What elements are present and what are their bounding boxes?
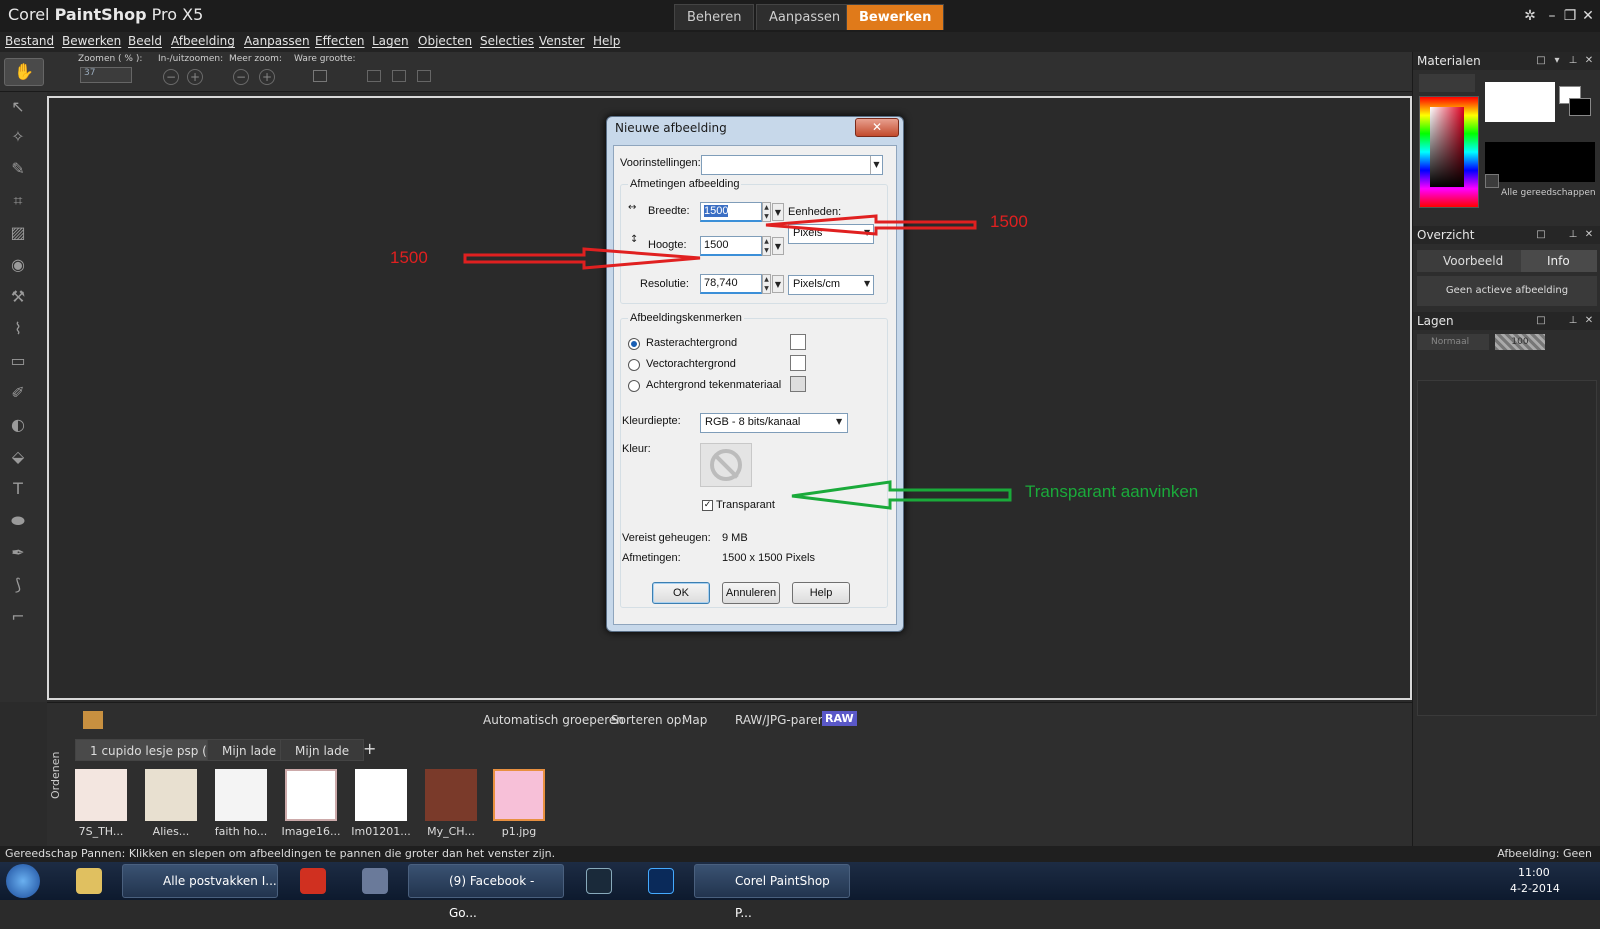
thumbnail-caption: Im01201...	[351, 825, 411, 838]
thumbnail-2[interactable]	[145, 769, 197, 821]
materials-float-icon[interactable]: □	[1535, 55, 1547, 67]
thumbnail-5[interactable]	[355, 769, 407, 821]
auto-group-label[interactable]: Automatisch groeperen	[483, 713, 624, 727]
all-tools-label: Alle gereedschappen	[1501, 188, 1596, 198]
photoshop-icon[interactable]	[648, 868, 674, 894]
foreground-swatch[interactable]	[1485, 82, 1555, 122]
clock-date: 4-2-2014	[1510, 882, 1560, 895]
overview-float-icon[interactable]: □	[1535, 229, 1547, 241]
all-tools-checkbox[interactable]	[1485, 174, 1499, 188]
green-arrow	[791, 480, 1012, 510]
annotation-width-text: 1500	[990, 212, 1028, 231]
windows-taskbar: Alle postvakken I... (9) Facebook - Go..…	[0, 862, 1600, 920]
status-image: Afbeelding: Geen	[1497, 847, 1592, 860]
layers-pin-icon[interactable]: ⊥	[1567, 315, 1579, 327]
annotation-transparent-text: Transparant aanvinken	[1025, 482, 1199, 501]
sort-select[interactable]: Map	[682, 713, 707, 727]
status-text: Gereedschap Pannen: Klikken en slepen om…	[5, 847, 556, 860]
taskbar-item-mail[interactable]: Alle postvakken I...	[122, 864, 278, 898]
overview-close-icon[interactable]: ✕	[1583, 229, 1595, 241]
thumbnail-1[interactable]	[75, 769, 127, 821]
organizer-tab-mijn-lade-2[interactable]: Mijn lade	[280, 739, 365, 761]
clock-time: 11:00	[1518, 866, 1550, 879]
organizer-palette: Automatisch groeperen Sorteren op: Map R…	[47, 702, 1412, 846]
thumbnail-caption: p1.jpg	[501, 825, 537, 838]
red-arrow-right	[765, 214, 977, 236]
layers-list[interactable]	[1417, 380, 1597, 716]
small-bg-swatch[interactable]	[1569, 98, 1591, 116]
thumbnail-caption: faith ho...	[214, 825, 268, 838]
organize-side-label: Ordenen	[49, 751, 62, 799]
folder-icon[interactable]	[83, 711, 103, 729]
thumbnail-caption: 7S_TH...	[78, 825, 124, 838]
right-palettes: Materialen □ ▾ ⊥ ✕ Alle gereedschappen O…	[1412, 52, 1600, 846]
annotation-height-text: 1500	[390, 248, 428, 267]
layers-close-icon[interactable]: ✕	[1583, 315, 1595, 327]
thumbnail-caption: Alies...	[152, 825, 190, 838]
color-spectrum[interactable]	[1419, 96, 1479, 208]
blend-mode-select[interactable]: Normaal	[1417, 334, 1489, 350]
app-icon[interactable]	[362, 868, 388, 894]
thumbnail-3[interactable]	[215, 769, 267, 821]
tab-voorbeeld[interactable]: Voorbeeld	[1417, 250, 1521, 272]
materials-close-icon[interactable]: ✕	[1583, 55, 1595, 67]
taskbar-item-paintshop[interactable]: Corel PaintShop P...	[694, 864, 850, 920]
materials-pin-icon[interactable]: ⊥	[1567, 55, 1579, 67]
start-button[interactable]	[6, 864, 40, 898]
thumbnail-4[interactable]	[285, 769, 337, 821]
overview-pin-icon[interactable]: ⊥	[1567, 229, 1579, 241]
explorer-icon[interactable]	[76, 868, 102, 894]
thumbnail-caption: Image16...	[281, 825, 341, 838]
status-bar: Gereedschap Pannen: Klikken en slepen om…	[0, 846, 1600, 862]
lightroom-icon[interactable]	[586, 868, 612, 894]
thumbnail-7[interactable]	[493, 769, 545, 821]
taskbar-item-chrome[interactable]: (9) Facebook - Go...	[408, 864, 564, 920]
red-arrow-left	[463, 247, 701, 270]
sort-label: Sorteren op:	[611, 713, 686, 727]
tab-info[interactable]: Info	[1521, 250, 1597, 272]
no-active-image-text: Geen actieve afbeelding	[1417, 276, 1597, 306]
opacity-slider[interactable]: 100	[1495, 334, 1545, 350]
background-swatch[interactable]	[1485, 142, 1595, 182]
raw-badge[interactable]: RAW	[822, 711, 857, 726]
materials-mode-tabs[interactable]	[1419, 74, 1475, 92]
materials-menu-icon[interactable]: ▾	[1551, 55, 1563, 67]
add-tab-icon[interactable]: +	[363, 739, 376, 758]
thumbnail-6[interactable]	[425, 769, 477, 821]
color-gradient-square[interactable]	[1430, 107, 1464, 187]
raw-label: RAW/JPG-paren:	[735, 713, 830, 727]
layers-float-icon[interactable]: □	[1535, 315, 1547, 327]
ccleaner-icon[interactable]	[300, 868, 326, 894]
thumbnail-caption: My_CH...	[427, 825, 475, 838]
organizer-tab-mijn-lade-1[interactable]: Mijn lade	[207, 739, 292, 761]
